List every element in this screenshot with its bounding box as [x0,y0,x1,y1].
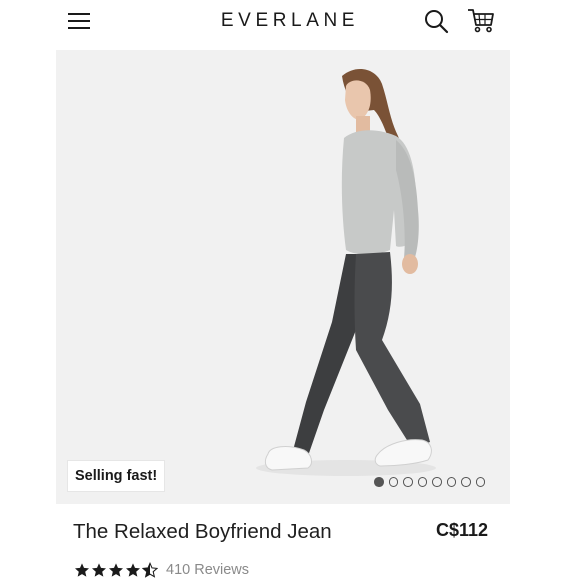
product-image-carousel[interactable]: Selling fast! [56,50,510,504]
star-icon [92,563,106,577]
product-price: C$112 [436,520,489,540]
cart-button[interactable] [466,6,496,34]
selling-fast-badge: Selling fast! [68,461,165,491]
star-icon [126,563,140,577]
carousel-dot[interactable] [403,477,413,487]
product-photo [256,69,436,476]
carousel-dot[interactable] [461,477,471,487]
rating-stars [74,562,158,578]
carousel-dot[interactable] [374,477,384,487]
search-icon [425,10,449,34]
carousel-dot[interactable] [446,477,456,487]
product-title[interactable]: The Relaxed Boyfriend Jean [73,520,332,544]
star-icon [75,563,89,577]
product-page: EVERLANE Selling fast! The Relaxed Boyfr… [0,0,580,580]
carousel-dot[interactable] [417,477,427,487]
review-count[interactable]: 410 Reviews [166,562,249,578]
carousel-dot[interactable] [388,477,398,487]
carousel-dot[interactable] [475,477,485,487]
product-rating[interactable]: 410 Reviews [74,560,249,580]
half-star-icon [142,562,158,578]
site-header: EVERLANE [0,0,580,44]
star-icon [109,563,123,577]
carousel-pagination [374,477,485,489]
search-button[interactable] [422,7,450,35]
shopping-cart-icon [468,9,494,33]
carousel-dot[interactable] [432,477,442,487]
